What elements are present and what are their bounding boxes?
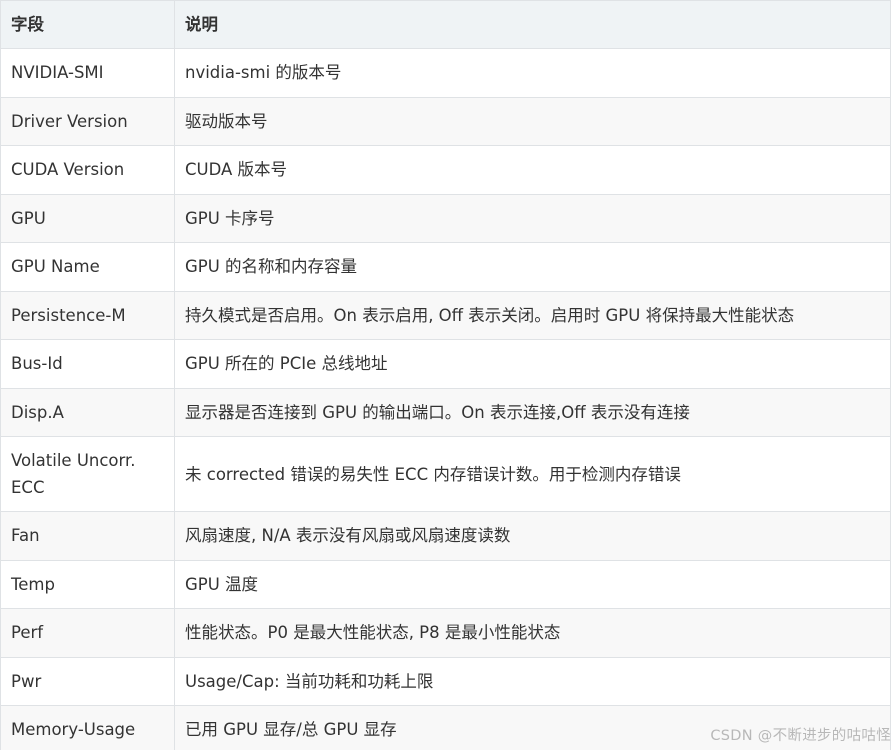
field-cell: Perf — [0, 608, 175, 658]
description-cell: Usage/Cap: 当前功耗和功耗上限 — [174, 656, 891, 706]
description-cell: 性能状态。P0 是最大性能状态, P8 是最小性能状态 — [174, 608, 891, 658]
table-row: GPU GPU 卡序号 — [0, 193, 891, 243]
description-cell: CUDA 版本号 — [174, 145, 891, 195]
field-cell: Pwr — [0, 656, 175, 706]
description-cell: nvidia-smi 的版本号 — [174, 48, 891, 98]
field-cell: GPU — [0, 193, 175, 243]
field-cell: Temp — [0, 559, 175, 609]
field-cell: Memory-Usage — [0, 705, 175, 750]
field-cell: GPU Name — [0, 242, 175, 292]
table-row: Driver Version 驱动版本号 — [0, 96, 891, 146]
description-cell: 持久模式是否启用。On 表示启用, Off 表示关闭。启用时 GPU 将保持最大… — [174, 290, 891, 340]
page: 字段 说明 NVIDIA-SMI nvidia-smi 的版本号 Driver … — [0, 0, 895, 750]
table-row: Temp GPU 温度 — [0, 559, 891, 609]
description-cell: 驱动版本号 — [174, 96, 891, 146]
header-field: 字段 — [0, 0, 175, 49]
header-description: 说明 — [174, 0, 891, 49]
field-cell: Volatile Uncorr. ECC — [0, 436, 175, 512]
table-row: Persistence-M 持久模式是否启用。On 表示启用, Off 表示关闭… — [0, 290, 891, 340]
table-row: NVIDIA-SMI nvidia-smi 的版本号 — [0, 48, 891, 98]
table-row: Disp.A 显示器是否连接到 GPU 的输出端口。On 表示连接,Off 表示… — [0, 387, 891, 437]
description-cell: GPU 温度 — [174, 559, 891, 609]
table-row: Bus-Id GPU 所在的 PCIe 总线地址 — [0, 339, 891, 389]
table-row: Volatile Uncorr. ECC 未 corrected 错误的易失性 … — [0, 436, 891, 512]
description-cell: GPU 卡序号 — [174, 193, 891, 243]
field-cell: Fan — [0, 511, 175, 561]
field-cell: Bus-Id — [0, 339, 175, 389]
table-row: Pwr Usage/Cap: 当前功耗和功耗上限 — [0, 656, 891, 706]
table-row: CUDA Version CUDA 版本号 — [0, 145, 891, 195]
csdn-watermark: CSDN @不断进步的咕咕怪 — [710, 728, 891, 744]
table-body: NVIDIA-SMI nvidia-smi 的版本号 Driver Versio… — [0, 48, 891, 750]
field-cell: Driver Version — [0, 96, 175, 146]
field-cell: NVIDIA-SMI — [0, 48, 175, 98]
table-row: Perf 性能状态。P0 是最大性能状态, P8 是最小性能状态 — [0, 608, 891, 658]
table-row: Fan 风扇速度, N/A 表示没有风扇或风扇速度读数 — [0, 511, 891, 561]
description-cell: 风扇速度, N/A 表示没有风扇或风扇速度读数 — [174, 511, 891, 561]
field-description-table: 字段 说明 NVIDIA-SMI nvidia-smi 的版本号 Driver … — [0, 0, 891, 750]
table-header-row: 字段 说明 — [0, 0, 891, 49]
description-cell: GPU 的名称和内存容量 — [174, 242, 891, 292]
field-cell: Disp.A — [0, 387, 175, 437]
description-cell: GPU 所在的 PCIe 总线地址 — [174, 339, 891, 389]
description-cell: 未 corrected 错误的易失性 ECC 内存错误计数。用于检测内存错误 — [174, 436, 891, 512]
table-row: GPU Name GPU 的名称和内存容量 — [0, 242, 891, 292]
field-cell: CUDA Version — [0, 145, 175, 195]
field-cell: Persistence-M — [0, 290, 175, 340]
description-cell: 显示器是否连接到 GPU 的输出端口。On 表示连接,Off 表示没有连接 — [174, 387, 891, 437]
